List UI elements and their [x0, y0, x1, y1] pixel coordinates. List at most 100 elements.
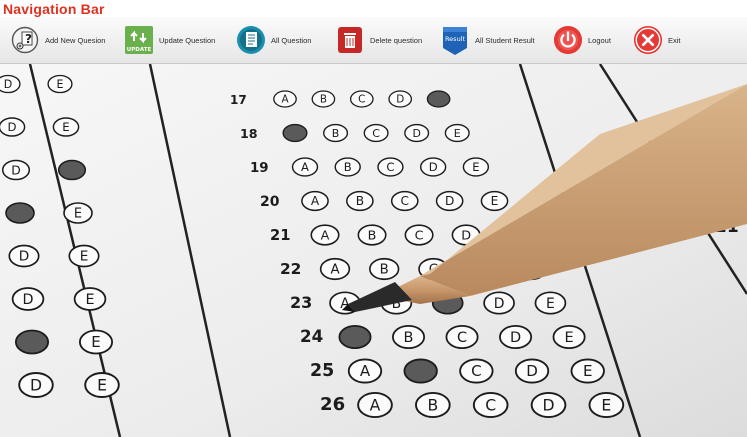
all-student-result-button[interactable]: Result All Student Result: [440, 17, 535, 63]
svg-text:E: E: [80, 249, 89, 265]
exit-button[interactable]: Exit: [633, 17, 681, 63]
answer-bubble: A: [357, 391, 393, 419]
power-icon: [553, 24, 583, 56]
answer-bubble: [403, 358, 438, 384]
svg-text:C: C: [401, 194, 409, 208]
answer-bubble: D: [388, 90, 413, 108]
answer-bubble: C: [445, 324, 479, 350]
answer-bubble: C: [404, 224, 434, 246]
answer-bubble: B: [392, 324, 426, 350]
answer-bubble: A: [319, 257, 351, 281]
svg-text:UPDATE: UPDATE: [127, 47, 152, 53]
answer-bubble: E: [73, 287, 107, 311]
exit-label: Exit: [668, 35, 681, 45]
row-number: 17: [230, 93, 247, 107]
answer-bubble: C: [363, 123, 389, 143]
svg-text:C: C: [471, 362, 482, 380]
answer-bubble: D: [8, 244, 40, 268]
svg-text:B: B: [368, 228, 377, 243]
answer-bubble: B: [369, 257, 400, 281]
row-number: 25: [310, 361, 334, 381]
svg-text:A: A: [301, 160, 309, 174]
update-question-label: Update Question: [159, 35, 216, 45]
svg-text:A: A: [321, 228, 330, 243]
all-student-result-label: All Student Result: [475, 35, 535, 45]
add-new-question-label: Add New Quesion: [45, 35, 106, 45]
svg-text:E: E: [454, 127, 461, 140]
answer-bubble: [14, 329, 50, 355]
svg-text:Result: Result: [445, 35, 466, 43]
answer-bubble: B: [311, 90, 336, 108]
update-icon: UPDATE: [124, 24, 154, 56]
svg-text:E: E: [601, 395, 611, 414]
answer-bubble: E: [534, 291, 567, 315]
answer-bubble: D: [499, 324, 533, 350]
svg-text:E: E: [472, 160, 479, 174]
trash-icon: [335, 24, 365, 56]
svg-text:E: E: [57, 78, 64, 91]
logout-button[interactable]: Logout: [553, 17, 611, 63]
answer-bubble: E: [552, 324, 586, 350]
svg-text:B: B: [320, 94, 327, 106]
svg-text:C: C: [457, 330, 467, 346]
answer-bubble: D: [483, 291, 515, 315]
svg-text:C: C: [485, 395, 496, 414]
svg-text:B: B: [427, 395, 438, 414]
answer-sheet-photo: D E D E D E D E D E E D E 17 A B C D 18 B C D E 19 A B C D E 20 A B C D E 2…: [0, 64, 747, 437]
svg-text:D: D: [4, 78, 13, 91]
answer-bubble: A: [291, 157, 319, 177]
answer-bubble: D: [404, 123, 430, 143]
answer-bubble: E: [63, 202, 93, 224]
logout-label: Logout: [588, 35, 611, 45]
svg-text:C: C: [386, 160, 394, 174]
answer-bubble: D: [530, 391, 567, 419]
delete-question-button[interactable]: Delete question: [335, 17, 422, 63]
answer-bubble: D: [1, 159, 31, 181]
answer-bubble: [338, 324, 372, 350]
row-number: 24: [300, 326, 323, 346]
svg-text:D: D: [22, 292, 33, 308]
answer-bubble: D: [18, 372, 54, 398]
update-question-button[interactable]: UPDATE Update Question: [124, 17, 215, 63]
svg-text:E: E: [546, 296, 555, 312]
answer-bubble: [426, 90, 451, 108]
page-title: Navigation Bar: [3, 1, 105, 17]
title-bar: Navigation Bar: [0, 0, 747, 18]
add-new-question-button[interactable]: ? Add New Quesion: [10, 17, 105, 63]
answer-bubble: E: [84, 372, 120, 398]
svg-text:E: E: [565, 330, 574, 346]
answer-bubble: B: [357, 224, 387, 246]
answer-bubble: A: [301, 190, 329, 212]
answer-bubble: E: [47, 74, 73, 94]
svg-text:E: E: [97, 376, 107, 394]
all-question-button[interactable]: All Question: [236, 17, 311, 63]
answer-bubble: C: [390, 190, 419, 212]
all-question-label: All Question: [271, 35, 312, 45]
svg-text:A: A: [281, 94, 289, 106]
answer-bubble: [282, 123, 308, 143]
answer-bubble: D: [514, 358, 550, 384]
row-number: 26: [320, 394, 345, 415]
answer-bubble: D: [419, 157, 447, 177]
svg-text:E: E: [91, 333, 100, 351]
svg-text:D: D: [542, 395, 554, 414]
answer-bubble: B: [346, 190, 374, 212]
row-number: 23: [290, 293, 312, 312]
answer-bubble: [5, 202, 35, 224]
answer-sheet-image: D ED EDED ED EED E17 A B C D18 B C D E19 A B C D E20 A B C D E2…: [0, 64, 747, 437]
svg-text:E: E: [62, 120, 69, 134]
svg-text:B: B: [356, 194, 364, 208]
svg-text:B: B: [344, 160, 352, 174]
answer-bubble: E: [570, 358, 605, 384]
answer-bubble: D: [0, 74, 21, 94]
svg-text:E: E: [491, 194, 499, 208]
answer-bubble: A: [310, 224, 340, 246]
svg-text:D: D: [412, 127, 420, 140]
svg-text:C: C: [372, 127, 380, 140]
svg-text:D: D: [8, 120, 17, 134]
answer-bubble: B: [415, 391, 451, 419]
svg-text:E: E: [583, 362, 593, 380]
answer-bubble: C: [472, 391, 509, 419]
navigation-toolbar: ? Add New Quesion UPDATE Update Question: [0, 17, 747, 64]
answer-bubble: [57, 159, 87, 181]
